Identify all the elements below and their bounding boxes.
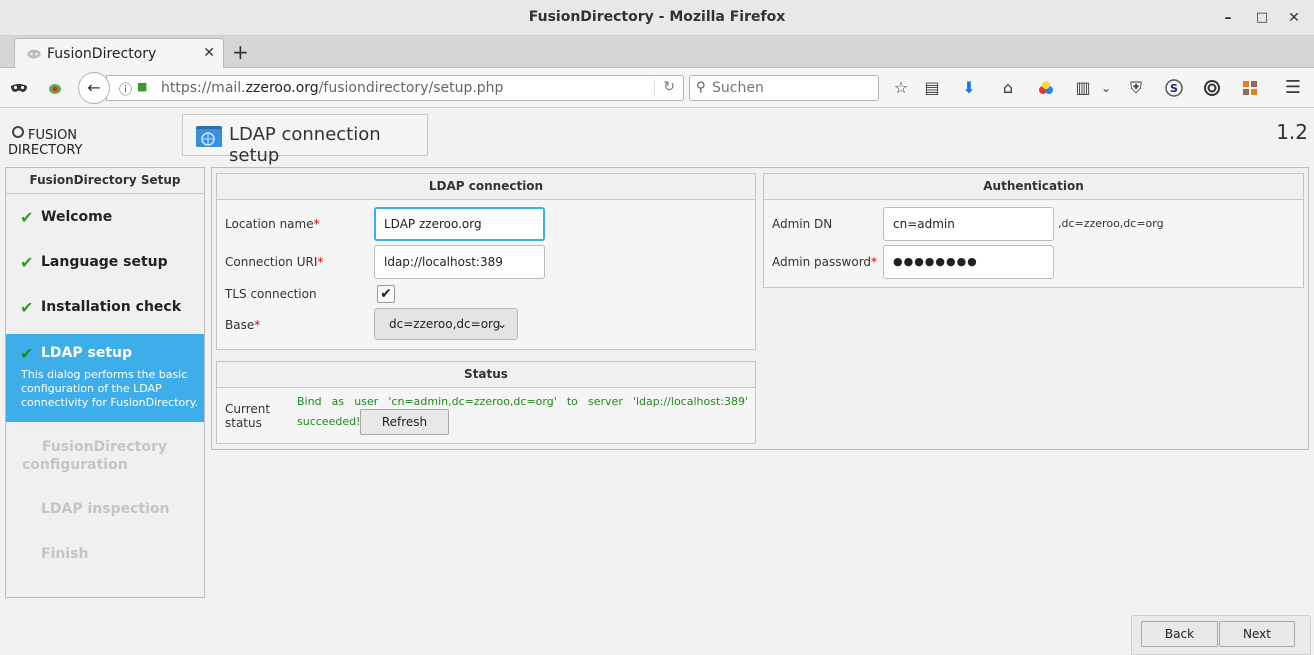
admin-dn-label: Admin DN <box>772 217 833 231</box>
back-arrow-icon: ← <box>87 78 101 97</box>
search-bar[interactable]: ⚲ <box>689 75 879 101</box>
fusiondirectory-logo: FUSION DIRECTORY <box>8 126 83 158</box>
maximize-button[interactable]: □ <box>1252 8 1272 28</box>
sidebar-title: FusionDirectory Setup <box>6 168 204 194</box>
chevron-down-icon: ⌄ <box>496 317 507 331</box>
admin-dn-input[interactable]: cn=admin <box>883 207 1054 241</box>
checkmark-icon: ✔ <box>20 253 34 272</box>
url-bar[interactable]: ⓘ ■ https://mail.zzeroo.org/fusiondirect… <box>106 75 684 101</box>
sidebar-item-fusiondirectory-configuration: FusionDirectory configuration <box>22 439 168 473</box>
checkmark-icon: ✔ <box>20 298 34 317</box>
sidebar-item-ldap-inspection: LDAP inspection <box>41 501 170 517</box>
page-header: LDAP connection setup <box>182 114 428 166</box>
color-extension-icon[interactable] <box>1035 77 1057 99</box>
sidebar-item-language-setup[interactable]: ✔ Language setup <box>6 240 204 285</box>
base-select[interactable]: dc=zzeroo,dc=org ⌄ <box>374 308 518 340</box>
section-title: Status <box>217 362 755 388</box>
checkmark-icon: ✔ <box>20 344 34 363</box>
admin-password-input[interactable]: ●●●●●●●● <box>883 245 1054 279</box>
next-step-button[interactable]: Next <box>1219 621 1295 647</box>
tab-fusiondirectory[interactable]: FusionDirectory ✕ <box>14 38 224 68</box>
tab-close-icon[interactable]: ✕ <box>203 45 215 61</box>
connection-uri-input[interactable]: ldap://localhost:389 <box>374 245 545 279</box>
step-description: This dialog performs the basic configura… <box>21 368 199 409</box>
bug-icon[interactable] <box>44 77 66 99</box>
setup-steps-sidebar: FusionDirectory Setup ✔ Welcome ✔ Langua… <box>5 167 205 598</box>
sidebar-item-ldap-setup[interactable]: ✔ LDAP setup This dialog performs the ba… <box>6 334 204 422</box>
sidebar-item-welcome[interactable]: ✔ Welcome <box>6 195 204 240</box>
page-content: FUSION DIRECTORY LDAP connection setup 1… <box>0 108 1314 655</box>
base-label: Base* <box>225 318 261 332</box>
url-text[interactable]: https://mail.zzeroo.org/fusiondirectory/… <box>161 80 503 96</box>
ldap-connection-section: LDAP connection Location name* LDAP zzer… <box>216 173 756 350</box>
bookmark-star-icon[interactable]: ☆ <box>890 77 912 99</box>
navigation-toolbar: ⓘ ■ https://mail.zzeroo.org/fusiondirect… <box>0 68 1314 108</box>
window-title: FusionDirectory - Mozilla Firefox <box>528 9 786 25</box>
mask-favicon-icon <box>27 49 41 59</box>
tab-label: FusionDirectory <box>47 46 157 62</box>
shield-icon[interactable]: ⛨ <box>1125 77 1147 99</box>
info-icon[interactable]: ⓘ <box>119 79 132 98</box>
close-window-button[interactable]: ✕ <box>1284 8 1304 28</box>
search-input[interactable] <box>712 78 872 98</box>
mask-icon[interactable] <box>8 77 30 99</box>
refresh-button[interactable]: Refresh <box>360 409 449 435</box>
admin-password-label: Admin password* <box>772 255 878 269</box>
section-title: Authentication <box>764 174 1303 200</box>
lock-icon[interactable]: ■ <box>137 80 147 93</box>
chevron-down-icon[interactable]: ⌄ <box>1095 77 1117 99</box>
tls-connection-checkbox[interactable]: ✔ <box>377 285 395 303</box>
back-step-button[interactable]: Back <box>1141 621 1218 647</box>
download-icon[interactable]: ⬇ <box>958 77 980 99</box>
grid-extension-icon[interactable] <box>1239 77 1261 99</box>
back-button[interactable]: ← <box>78 72 110 104</box>
main-form-container: LDAP connection Location name* LDAP zzer… <box>211 167 1309 450</box>
tls-connection-label: TLS connection <box>225 287 317 301</box>
window-titlebar: FusionDirectory - Mozilla Firefox – □ ✕ <box>0 0 1314 36</box>
reading-list-icon[interactable]: ▤ <box>921 77 943 99</box>
menu-icon[interactable]: ☰ <box>1282 77 1304 99</box>
section-title: LDAP connection <box>217 174 755 200</box>
rings-icon[interactable] <box>1201 77 1223 99</box>
sidebar-item-finish: Finish <box>41 546 89 562</box>
footer-button-bar: Back Next <box>1131 615 1311 655</box>
minimize-button[interactable]: – <box>1218 8 1238 28</box>
svg-text:S: S <box>1170 82 1178 95</box>
admin-dn-suffix: ,dc=zzeroo,dc=org <box>1058 217 1164 230</box>
s-extension-icon[interactable]: S <box>1163 77 1185 99</box>
search-icon: ⚲ <box>696 80 706 95</box>
ldap-folder-icon <box>196 126 222 147</box>
page-title: LDAP connection setup <box>229 124 381 166</box>
home-icon[interactable]: ⌂ <box>997 77 1019 99</box>
location-name-label: Location name* <box>225 217 320 231</box>
reload-icon[interactable]: ↻ <box>654 79 675 95</box>
version-label: 1.2 <box>1276 120 1308 144</box>
status-message-line2: succeeded! <box>297 415 361 428</box>
authentication-section: Authentication Admin DN cn=admin ,dc=zze… <box>763 173 1304 288</box>
current-status-label: Current status <box>225 402 271 430</box>
status-section: Status Current status Bind as user 'cn=ad… <box>216 361 756 444</box>
new-tab-button[interactable]: + <box>232 40 249 64</box>
tab-bar: FusionDirectory ✕ + <box>0 36 1314 68</box>
checkmark-icon: ✔ <box>20 208 34 227</box>
connection-uri-label: Connection URI* <box>225 255 324 269</box>
logo-mark-icon <box>12 126 24 138</box>
sidebar-item-installation-check[interactable]: ✔ Installation check <box>6 285 204 330</box>
location-name-input[interactable]: LDAP zzeroo.org <box>374 207 545 241</box>
clipboard-icon[interactable]: ▥ <box>1072 77 1094 99</box>
